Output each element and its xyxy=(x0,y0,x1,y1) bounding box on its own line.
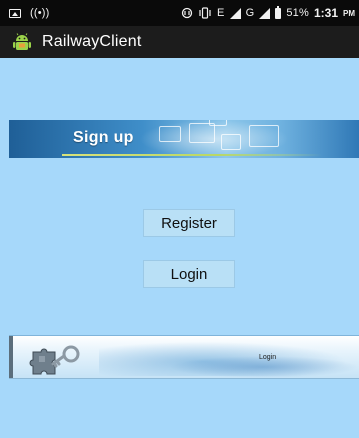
app-title: RailwayClient xyxy=(42,33,142,50)
network-type2-label: G xyxy=(245,7,255,19)
android-icon xyxy=(13,33,31,50)
signup-underline xyxy=(62,154,322,156)
clock-time: 1:31 xyxy=(313,6,338,20)
puzzle-key-icon xyxy=(29,345,80,375)
nfc-icon xyxy=(181,7,193,19)
banner-frame-decoration xyxy=(159,126,181,142)
login-strip[interactable]: Login xyxy=(9,335,359,379)
image-icon xyxy=(9,8,21,18)
signal-strength2-icon xyxy=(259,7,271,19)
signup-banner: Sign up xyxy=(9,120,359,158)
banner-frame-decoration xyxy=(221,134,241,150)
banner-frame-decoration xyxy=(189,123,215,143)
action-bar: RailwayClient xyxy=(0,26,359,58)
register-button[interactable]: Register xyxy=(143,209,235,237)
banner-frame-decoration xyxy=(249,125,279,147)
status-left-icons: ((•)) xyxy=(9,7,50,19)
status-bar: ((•)) E G 51% 1:31 PM xyxy=(0,0,359,26)
clock-ampm: PM xyxy=(343,8,355,18)
wifi-hotspot-icon: ((•)) xyxy=(30,7,50,19)
battery-icon xyxy=(275,5,282,19)
main-content: Sign up Register Login Login xyxy=(0,58,359,438)
status-right-icons: E G 51% 1:31 PM xyxy=(181,5,355,20)
vibrate-icon xyxy=(199,7,211,19)
battery-percent: 51% xyxy=(286,7,309,19)
signup-title: Sign up xyxy=(73,129,134,146)
login-strip-label: Login xyxy=(259,354,277,361)
login-button[interactable]: Login xyxy=(143,260,235,288)
strip-edge xyxy=(9,336,13,378)
signal-strength-icon xyxy=(229,7,241,19)
network-type-label: E xyxy=(217,7,225,19)
banner-frame-decoration xyxy=(209,120,227,126)
